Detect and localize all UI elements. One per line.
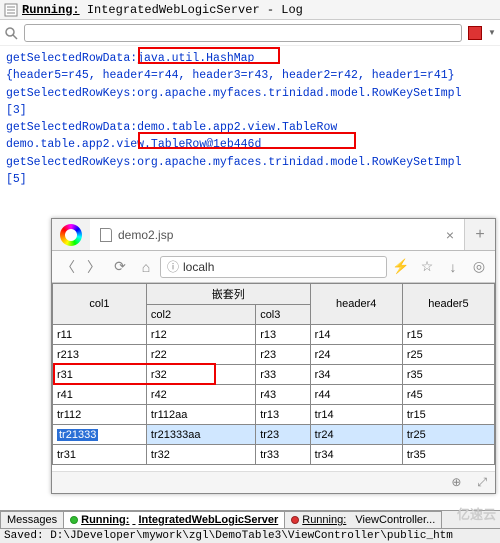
reload-button[interactable]: ⟳ — [108, 255, 132, 279]
column-header[interactable]: header5 — [402, 284, 494, 325]
search-input[interactable] — [24, 24, 462, 42]
tab-close-icon[interactable]: × — [446, 227, 454, 243]
table-row[interactable]: r31r32r33r34r35 — [53, 365, 495, 385]
table-row-selected[interactable]: tr21333tr21333aatr23tr24tr25 — [53, 425, 495, 445]
home-button[interactable]: ⌂ — [134, 255, 158, 279]
page-icon — [100, 228, 112, 242]
status-bar: Saved: D:\JDeveloper\mywork\zgl\DemoTabl… — [0, 528, 500, 543]
browser-toolbar: 〈 〉 ⟳ ⌂ ⓘ localh ⚡ ☆ ↓ ◎ — [52, 251, 495, 283]
tab-running-viewcontroller[interactable]: Running: ViewController... — [284, 511, 442, 528]
dropdown-arrow-icon[interactable]: ▼ — [488, 28, 496, 37]
stop-button[interactable] — [468, 26, 482, 40]
browser-window: demo2.jsp × + 〈 〉 ⟳ ⌂ ⓘ localh ⚡ ☆ ↓ ◎ c… — [51, 218, 496, 494]
watermark: 亿速云 — [457, 504, 496, 523]
column-header[interactable]: col2 — [146, 305, 255, 325]
info-icon: ⓘ — [167, 258, 179, 275]
extension-icon[interactable]: ◎ — [467, 255, 491, 279]
running-dot-icon — [70, 516, 78, 524]
browser-tab-strip: demo2.jsp × + — [52, 219, 495, 251]
forward-button[interactable]: 〉 — [82, 255, 106, 279]
tab-messages[interactable]: Messages — [0, 511, 64, 528]
running-dot-icon — [291, 516, 299, 524]
tab-title: demo2.jsp — [118, 228, 446, 242]
search-row: ▼ — [0, 20, 500, 46]
column-header[interactable]: header4 — [310, 284, 402, 325]
table-row[interactable]: tr31tr32tr33tr34tr35 — [53, 445, 495, 465]
editing-cell[interactable]: tr21333 — [53, 425, 147, 445]
download-icon[interactable]: ↓ — [441, 255, 465, 279]
star-icon[interactable]: ☆ — [415, 255, 439, 279]
new-tab-button[interactable]: + — [465, 226, 495, 244]
table-row[interactable]: r213r22r23r24r25 — [53, 345, 495, 365]
table-row[interactable]: tr112tr112aatr13tr14tr15 — [53, 405, 495, 425]
url-bar[interactable]: ⓘ localh — [160, 256, 387, 278]
ide-bottom-tabs: Messages Running: IntegratedWebLogicServ… — [0, 510, 500, 528]
browser-tab[interactable]: demo2.jsp × — [90, 219, 465, 250]
log-icon — [4, 3, 18, 17]
browser-footer: ⊕ ⤢ — [52, 471, 495, 493]
url-text: localh — [183, 260, 214, 274]
log-panel-header: Running: IntegratedWebLogicServer - Log — [0, 0, 500, 20]
column-header[interactable]: col3 — [256, 305, 310, 325]
data-table: col1 嵌套列 header4 header5 col2 col3 r11r1… — [52, 283, 495, 465]
column-group-header: 嵌套列 — [146, 284, 310, 305]
column-header[interactable]: col1 — [53, 284, 147, 325]
table-group-header-row: col1 嵌套列 header4 header5 — [53, 284, 495, 305]
speed-icon[interactable]: ⚡ — [389, 255, 413, 279]
search-icon[interactable] — [4, 26, 18, 40]
footer-icon[interactable]: ⊕ — [451, 475, 461, 490]
log-output: getSelectedRowData:java.util.HashMap {he… — [0, 46, 500, 192]
data-table-area: col1 嵌套列 header4 header5 col2 col3 r11r1… — [52, 283, 495, 465]
back-button[interactable]: 〈 — [56, 255, 80, 279]
log-panel-title: Running: IntegratedWebLogicServer - Log — [22, 3, 303, 17]
tab-running-server[interactable]: Running: IntegratedWebLogicServer — [63, 511, 285, 528]
browser-logo-icon[interactable] — [60, 224, 82, 246]
detach-icon[interactable]: ⤢ — [477, 475, 487, 490]
table-row[interactable]: r11r12r13r14r15 — [53, 325, 495, 345]
table-row[interactable]: r41r42r43r44r45 — [53, 385, 495, 405]
